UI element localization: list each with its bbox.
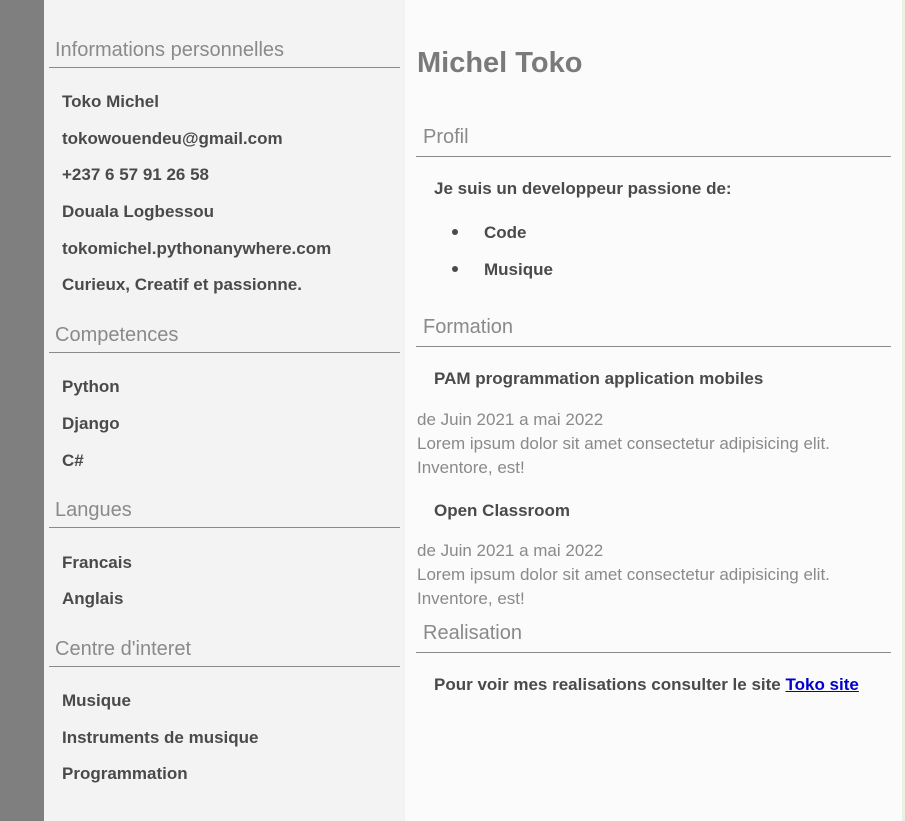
projects-text: Pour voir mes realisations consulter le … [434, 674, 859, 696]
skills-title: Competences [49, 322, 400, 353]
personal-traits: Curieux, Creatif et passionne. [62, 275, 302, 294]
education-entry-name: Open Classroom [434, 501, 571, 520]
education-entry-desc: Lorem ipsum dolor sit amet consectetur a… [417, 434, 830, 453]
education-entry-desc: Lorem ipsum dolor sit amet consectetur a… [417, 565, 830, 584]
main-content: Michel Toko Profil Je suis un developpeu… [405, 0, 902, 821]
education-entry-details: de Juin 2021 a mai 2022 Lorem ipsum dolo… [417, 408, 887, 480]
skill-item: Python [62, 377, 120, 396]
personal-website: tokomichel.pythonanywhere.com [62, 239, 332, 258]
skill-item: C# [62, 451, 84, 470]
education-title: Formation [416, 314, 891, 347]
projects-description: Pour voir mes realisations consulter le … [434, 675, 781, 694]
languages-section: Langues [49, 497, 400, 528]
passion-item: Musique [484, 260, 553, 279]
page-title: Michel Toko [417, 47, 583, 79]
education-entry-dates: de Juin 2021 a mai 2022 [417, 541, 604, 560]
education-entry-dates: de Juin 2021 a mai 2022 [417, 410, 604, 429]
toko-site-link[interactable]: Toko site [785, 675, 858, 694]
interest-item: Musique [62, 691, 131, 710]
education-entry-desc: Inventore, est! [417, 589, 525, 608]
bullet-icon [452, 229, 458, 235]
interest-item: Instruments de musique [62, 728, 259, 747]
personal-email: tokowouendeu@gmail.com [62, 129, 283, 148]
interests-section: Centre d'interet [49, 636, 400, 667]
languages-title: Langues [49, 497, 400, 528]
projects-title: Realisation [416, 620, 891, 653]
passion-item: Code [484, 223, 527, 242]
sidebar: Informations personnelles Toko Michel to… [44, 0, 405, 821]
skill-item: Django [62, 414, 120, 433]
skills-section: Competences [49, 322, 400, 353]
cv-page: Informations personnelles Toko Michel to… [0, 0, 905, 821]
education-entry-name: PAM programmation application mobiles [434, 369, 764, 388]
language-item: Francais [62, 553, 132, 572]
education-entry-details: de Juin 2021 a mai 2022 Lorem ipsum dolo… [417, 539, 887, 611]
profile-title: Profil [416, 124, 891, 157]
personal-phone: +237 6 57 91 26 58 [62, 165, 209, 184]
language-item: Anglais [62, 589, 124, 608]
education-entry-desc: Inventore, est! [417, 458, 525, 477]
personal-name: Toko Michel [62, 92, 159, 111]
personal-address: Douala Logbessou [62, 202, 215, 221]
personal-info-title: Informations personnelles [49, 37, 400, 68]
left-accent-strip [0, 0, 44, 821]
interest-item: Programmation [62, 764, 188, 783]
personal-info-section: Informations personnelles [49, 37, 400, 68]
profile-intro: Je suis un developpeur passione de: [434, 179, 732, 198]
interests-title: Centre d'interet [49, 636, 400, 667]
bullet-icon [452, 266, 458, 272]
